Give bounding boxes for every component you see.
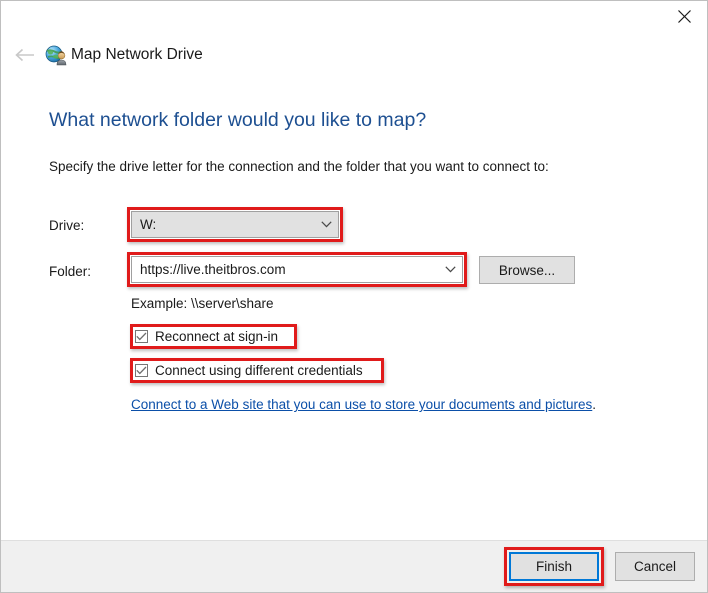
dialog-header: Map Network Drive <box>1 33 707 81</box>
drive-letter-combobox[interactable]: W: <box>131 211 339 238</box>
network-drive-globe-person-icon <box>45 44 67 66</box>
drive-label: Drive: <box>49 218 85 233</box>
dialog-footer: Finish Cancel <box>1 540 707 592</box>
dialog-title: Map Network Drive <box>71 46 203 63</box>
back-arrow-icon <box>15 48 35 67</box>
chevron-down-icon <box>438 266 462 273</box>
drive-letter-value: W: <box>140 217 157 232</box>
connect-different-credentials-label: Connect using different credentials <box>155 363 363 378</box>
link-trailing-period: . <box>592 397 597 412</box>
map-network-drive-dialog: Map Network Drive What network folder wo… <box>0 0 708 593</box>
cancel-button[interactable]: Cancel <box>615 552 695 581</box>
connect-to-website-link[interactable]: Connect to a Web site that you can use t… <box>131 397 592 412</box>
back-arrow-button[interactable] <box>11 43 39 71</box>
connect-different-credentials-checkbox[interactable]: Connect using different credentials <box>135 363 363 378</box>
reconnect-at-signin-label: Reconnect at sign-in <box>155 329 279 344</box>
close-button[interactable] <box>661 1 707 32</box>
dialog-content: What network folder would you like to ma… <box>1 81 707 540</box>
page-subheading: Specify the drive letter for the connect… <box>49 159 549 174</box>
folder-path-value: https://live.theitbros.com <box>140 262 286 277</box>
reconnect-at-signin-checkbox[interactable]: Reconnect at sign-in <box>135 329 278 344</box>
finish-button[interactable]: Finish <box>509 552 599 581</box>
close-icon <box>677 10 691 23</box>
example-path-text: Example: \\server\share <box>131 296 274 311</box>
page-heading: What network folder would you like to ma… <box>49 109 427 131</box>
chevron-down-icon <box>314 221 338 228</box>
browse-button[interactable]: Browse... <box>479 256 575 284</box>
checkbox-checked-icon <box>135 330 148 343</box>
connect-to-website-link-row[interactable]: Connect to a Web site that you can use t… <box>131 397 596 412</box>
checkbox-checked-icon <box>135 364 148 377</box>
folder-path-combobox[interactable]: https://live.theitbros.com <box>131 256 463 283</box>
folder-label: Folder: <box>49 264 92 279</box>
title-bar <box>1 1 707 33</box>
